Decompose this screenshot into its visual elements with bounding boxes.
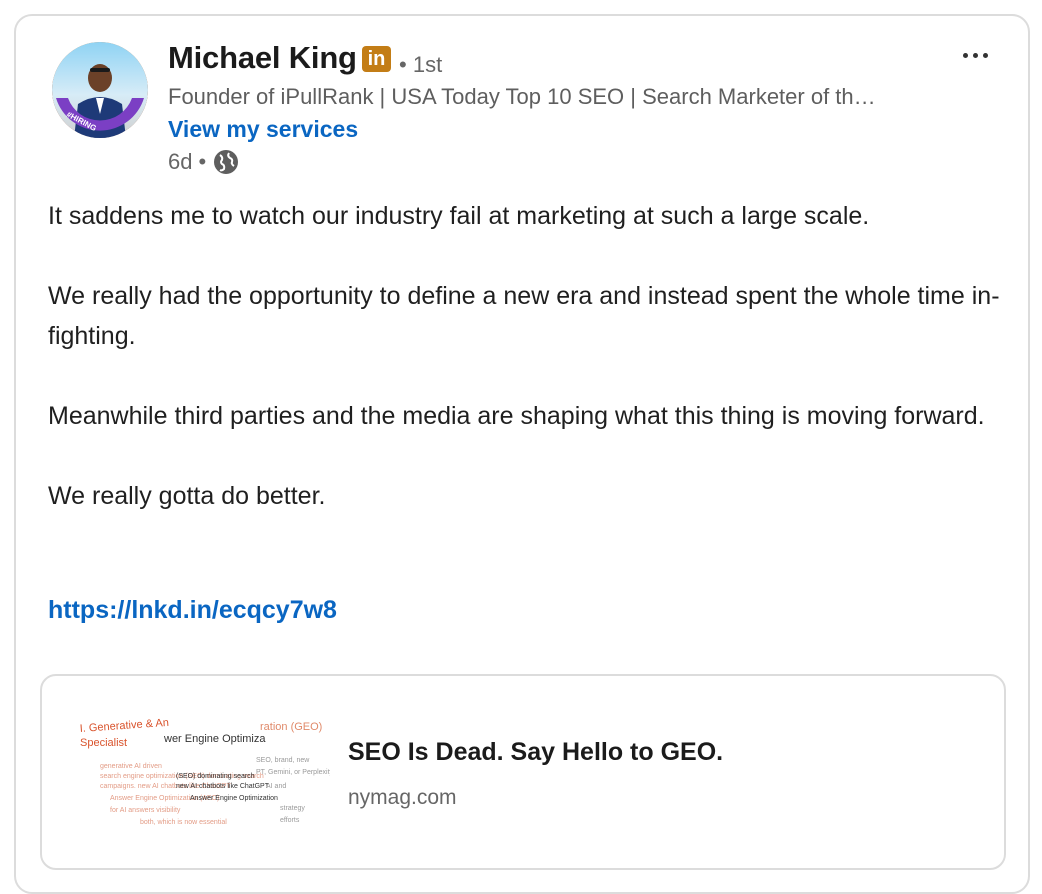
post-time: 6d xyxy=(168,149,193,174)
preview-domain: nymag.com xyxy=(348,786,457,809)
post-paragraph: We really had the opportunity to define … xyxy=(48,282,1000,350)
more-options-button[interactable] xyxy=(957,40,993,70)
post-link[interactable]: https://lnkd.in/ecqcy7w8 xyxy=(48,596,337,625)
svg-text:strategy: strategy xyxy=(280,805,305,812)
svg-text:efforts: efforts xyxy=(280,817,300,824)
avatar[interactable]: #HIRING xyxy=(52,42,148,138)
svg-text:new AI chatbots like ChatGPT: new AI chatbots like ChatGPT xyxy=(176,783,270,790)
svg-text:for AI answers visibility: for AI answers visibility xyxy=(110,807,181,814)
preview-thumbnail: I. Generative & An wer Engine Optimiza r… xyxy=(80,716,330,844)
svg-text:wer Engine Optimiza: wer Engine Optimiza xyxy=(163,733,266,745)
author-name[interactable]: Michael King xyxy=(168,40,357,76)
svg-text:(SEO) dominating search: (SEO) dominating search xyxy=(176,773,255,780)
author-headline: Founder of iPullRank | USA Today Top 10 … xyxy=(168,84,876,109)
degree-separator: • xyxy=(399,52,407,77)
view-services-link[interactable]: View my services xyxy=(168,116,358,143)
preview-title[interactable]: SEO Is Dead. Say Hello to GEO. xyxy=(348,738,723,767)
svg-text:SEO, brand, new: SEO, brand, new xyxy=(256,757,310,764)
post-meta: 6d • xyxy=(168,148,240,176)
svg-text:Specialist: Specialist xyxy=(80,737,127,749)
post-body: It saddens me to watch our industry fail… xyxy=(48,196,1008,556)
svg-text:PT, Gemini, or Perplexity: PT, Gemini, or Perplexity xyxy=(256,769,330,776)
link-preview-card[interactable]: I. Generative & An wer Engine Optimiza r… xyxy=(40,674,1006,870)
meta-separator: • xyxy=(198,149,207,174)
post-paragraph: We really gotta do better. xyxy=(48,482,326,510)
globe-icon xyxy=(214,150,239,174)
svg-text:Answer Engine Optimization: Answer Engine Optimization xyxy=(190,795,278,802)
degree-label: 1st xyxy=(412,52,443,77)
hiring-frame: #HIRING xyxy=(52,42,148,138)
svg-text:generative AI driven: generative AI driven xyxy=(100,763,162,770)
post-paragraph: It saddens me to watch our industry fail… xyxy=(48,202,870,230)
post-paragraph: Meanwhile third parties and the media ar… xyxy=(48,402,985,430)
ellipsis-icon xyxy=(962,52,968,58)
svg-text:both, which is now essential: both, which is now essential xyxy=(140,819,227,826)
svg-text:ration (GEO): ration (GEO) xyxy=(260,721,322,733)
connection-degree: • 1st xyxy=(399,52,442,78)
svg-text:AI and: AI and xyxy=(266,783,286,790)
linkedin-icon: in xyxy=(362,46,391,72)
